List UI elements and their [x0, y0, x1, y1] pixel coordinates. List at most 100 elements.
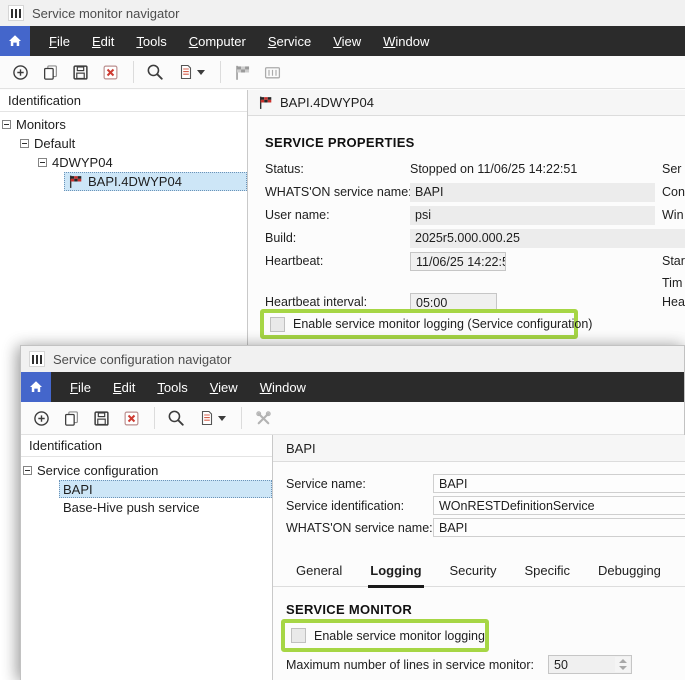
copy-button[interactable]	[57, 405, 85, 431]
whatson-service-name-label: WHATS'ON service name:	[286, 521, 433, 535]
report-dropdown-button[interactable]	[192, 405, 232, 431]
dropdown-caret-icon	[197, 70, 205, 75]
whatson-service-name-field[interactable]: BAPI	[433, 518, 685, 537]
menu-file[interactable]: File	[59, 380, 102, 395]
save-button[interactable]	[66, 59, 94, 85]
tree-item-bapi[interactable]: BAPI	[63, 480, 93, 499]
menu-tools[interactable]: Tools	[146, 380, 198, 395]
dropdown-caret-icon	[218, 416, 226, 421]
menu-file[interactable]: File	[38, 34, 81, 49]
tree-item-bapi-4dwyp04[interactable]: BAPI.4DWYP04	[68, 172, 182, 191]
copy-icon	[42, 64, 59, 81]
add-button[interactable]	[6, 59, 34, 85]
collapse-icon[interactable]	[2, 120, 11, 129]
config-window-title: Service configuration navigator	[53, 352, 232, 367]
tab-security[interactable]: Security	[448, 557, 499, 588]
status-label: Status:	[265, 162, 304, 176]
delete-icon	[102, 64, 119, 81]
checkered-flag-icon	[68, 174, 83, 189]
collapse-icon[interactable]	[23, 466, 32, 475]
service-name-field[interactable]: BAPI	[433, 474, 685, 493]
flag-button-disabled[interactable]	[228, 59, 256, 85]
build-field[interactable]: 2025r5.000.000.25	[410, 229, 685, 248]
enable-logging-checkbox[interactable]	[270, 317, 285, 332]
tree-item-default[interactable]: Default	[20, 134, 75, 153]
enable-logging-checkbox[interactable]	[291, 628, 306, 643]
spinner-control[interactable]	[615, 657, 630, 672]
collapse-icon[interactable]	[38, 158, 47, 167]
menu-edit[interactable]: Edit	[81, 34, 125, 49]
collapse-icon[interactable]	[20, 139, 29, 148]
report-icon	[199, 410, 215, 426]
search-button[interactable]	[162, 405, 190, 431]
heartbeat-label: Heartbeat:	[265, 254, 323, 268]
monitor-tree-header: Identification	[0, 90, 247, 112]
tab-debugging[interactable]: Debugging	[596, 557, 663, 588]
menu-view[interactable]: View	[322, 34, 372, 49]
tree-item-service-configuration[interactable]: Service configuration	[23, 461, 158, 480]
delete-button[interactable]	[117, 405, 145, 431]
service-monitor-heading: SERVICE MONITOR	[286, 602, 412, 617]
tree-item-4dwyp04[interactable]: 4DWYP04	[38, 153, 113, 172]
add-button[interactable]	[27, 405, 55, 431]
toolbar-separator	[133, 61, 134, 83]
checkered-flag-icon	[258, 95, 273, 110]
monitor-panel-header: BAPI.4DWYP04	[248, 90, 685, 116]
monitor-toolbar	[0, 56, 685, 89]
screenshot-root: Service monitor navigator File Edit Tool…	[0, 0, 685, 680]
tools-button-disabled[interactable]	[249, 405, 277, 431]
archive-icon	[264, 64, 281, 81]
menu-window[interactable]: Window	[249, 380, 317, 395]
copy-button[interactable]	[36, 59, 64, 85]
search-button[interactable]	[141, 59, 169, 85]
tab-specific[interactable]: Specific	[522, 557, 572, 588]
service-name-label: Service name:	[286, 477, 366, 491]
tree-item-monitors[interactable]: Monitors	[2, 115, 66, 134]
toolbar-separator	[220, 61, 221, 83]
right-col-label-tim: Tim	[662, 276, 682, 290]
right-col-label-win: Win	[662, 208, 684, 222]
right-col-label-star: Star	[662, 254, 685, 268]
max-lines-value: 50	[554, 658, 568, 672]
monitor-menubar: File Edit Tools Computer Service View Wi…	[0, 26, 685, 56]
archive-button-disabled[interactable]	[258, 59, 286, 85]
config-menubar: File Edit Tools View Window	[21, 372, 684, 402]
tools-icon	[255, 410, 272, 427]
report-dropdown-button[interactable]	[171, 59, 211, 85]
menu-view[interactable]: View	[199, 380, 249, 395]
annotation-highlight-box: Enable service monitor logging	[281, 619, 489, 652]
user-name-field[interactable]: psi	[410, 206, 655, 225]
app-window-icon	[29, 351, 45, 367]
config-tree-header: Identification	[21, 435, 272, 457]
service-configuration-window: Service configuration navigator File Edi…	[20, 345, 685, 680]
menu-computer[interactable]: Computer	[178, 34, 257, 49]
home-button[interactable]	[0, 26, 30, 56]
service-identification-field[interactable]: WOnRESTDefinitionService	[433, 496, 685, 515]
report-icon	[178, 64, 194, 80]
enable-logging-checkbox-label: Enable service monitor logging (Service …	[293, 317, 592, 331]
tree-item-base-hive-push-service[interactable]: Base-Hive push service	[63, 498, 200, 517]
heartbeat-field[interactable]: 11/06/25 14:22:51	[410, 252, 506, 271]
delete-button[interactable]	[96, 59, 124, 85]
menu-service[interactable]: Service	[257, 34, 322, 49]
save-button[interactable]	[87, 405, 115, 431]
tab-logging[interactable]: Logging	[368, 557, 423, 588]
search-icon	[146, 63, 164, 81]
menu-window[interactable]: Window	[372, 34, 440, 49]
enable-logging-checkbox-label: Enable service monitor logging	[314, 629, 485, 643]
service-identification-label: Service identification:	[286, 499, 404, 513]
tab-general[interactable]: General	[294, 557, 344, 588]
config-tree-panel: Identification Service configuration BAP…	[21, 435, 273, 680]
menu-edit[interactable]: Edit	[102, 380, 146, 395]
home-button[interactable]	[21, 372, 51, 402]
config-toolbar	[21, 402, 684, 435]
copy-icon	[63, 410, 80, 427]
max-lines-field[interactable]: 50	[548, 655, 632, 674]
monitor-panel-title: BAPI.4DWYP04	[280, 95, 374, 110]
save-icon	[72, 64, 89, 81]
home-icon	[7, 33, 23, 49]
whatson-service-name-field[interactable]: BAPI	[410, 183, 655, 202]
annotation-highlight-box: Enable service monitor logging (Service …	[260, 309, 578, 339]
menu-tools[interactable]: Tools	[125, 34, 177, 49]
status-value: Stopped on 11/06/25 14:22:51	[410, 162, 577, 176]
